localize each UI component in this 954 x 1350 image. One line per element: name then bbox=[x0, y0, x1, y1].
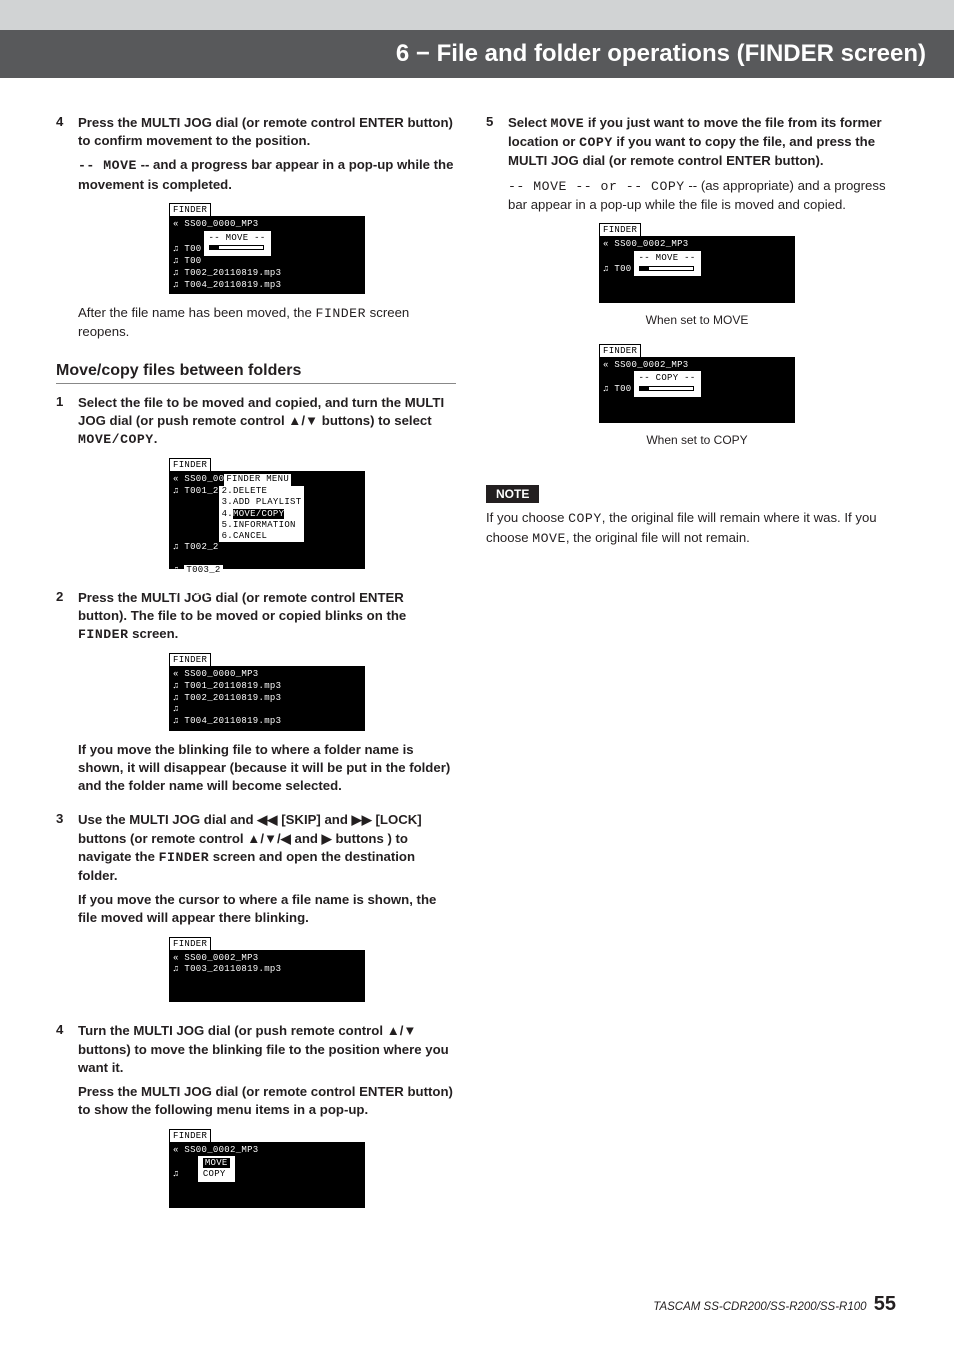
caption-move: When set to MOVE bbox=[508, 313, 886, 327]
step4a-line1: Press the MULTI JOG dial (or remote cont… bbox=[78, 114, 456, 150]
step-number: 3 bbox=[56, 811, 78, 1012]
step4b-text1: Turn the MULTI JOG dial (or push remote … bbox=[78, 1022, 456, 1077]
note-label: NOTE bbox=[486, 485, 539, 503]
step5-text2: -- MOVE -- or -- COPY -- (as appropriate… bbox=[508, 177, 886, 214]
step3-followup: If you move the cursor to where a file n… bbox=[78, 891, 456, 927]
step-number: 1 bbox=[56, 394, 78, 579]
screenshot-move-copy-menu: FINDER « SS00_0002_MP3 ♫ MOVE COPY bbox=[169, 1126, 365, 1209]
step2-text: Press the MULTI JOG dial (or remote cont… bbox=[78, 589, 456, 645]
page-number: 55 bbox=[874, 1293, 896, 1315]
page-footer: TASCAM SS-CDR200/SS-R200/SS-R100 55 bbox=[653, 1293, 896, 1316]
footer-model: TASCAM SS-CDR200/SS-R200/SS-R100 bbox=[653, 1301, 866, 1313]
chapter-title: 6 − File and folder operations (FINDER s… bbox=[0, 30, 954, 78]
step1-text: Select the file to be moved and copied, … bbox=[78, 394, 456, 450]
step-number: 2 bbox=[56, 589, 78, 802]
screenshot-destination: FINDER « SS00_0002_MP3 ♫ T003_20110819.m… bbox=[169, 934, 365, 1003]
screenshot-copy-progress: FINDER « SS00_0002_MP3 ♫ T00-- COPY -- bbox=[599, 341, 795, 424]
step-3: 3 Use the MULTI JOG dial and ◀◀ [SKIP] a… bbox=[56, 811, 456, 1012]
screenshot-blink: FINDER « SS00_0000_MP3 ♫ T001_20110819.m… bbox=[169, 650, 365, 730]
note-text: If you choose COPY, the original file wi… bbox=[486, 509, 886, 548]
step2-followup: If you move the blinking file to where a… bbox=[78, 741, 456, 796]
caption-copy: When set to COPY bbox=[508, 433, 886, 447]
step-4b: 4 Turn the MULTI JOG dial (or push remot… bbox=[56, 1022, 456, 1218]
screenshot-finder-menu: FINDER « SS00_00FINDER MENU ♫ T001_22.DE… bbox=[169, 455, 365, 568]
screenshot-move-progress: FINDER « SS00_0000_MP3 ♫ T00-- MOVE -- ♫… bbox=[169, 200, 365, 294]
note-block: NOTE If you choose COPY, the original fi… bbox=[486, 471, 886, 548]
screenshot-move-progress2: FINDER « SS00_0002_MP3 ♫ T00-- MOVE -- bbox=[599, 220, 795, 303]
step-1: 1 Select the file to be moved and copied… bbox=[56, 394, 456, 579]
page-content: 4 Press the MULTI JOG dial (or remote co… bbox=[0, 78, 954, 1228]
left-column: 4 Press the MULTI JOG dial (or remote co… bbox=[56, 114, 456, 1228]
step-number: 4 bbox=[56, 114, 78, 348]
step3-text: Use the MULTI JOG dial and ◀◀ [SKIP] and… bbox=[78, 811, 456, 885]
right-column: 5 Select MOVE if you just want to move t… bbox=[486, 114, 886, 1228]
top-gray-band bbox=[0, 0, 954, 30]
section-move-copy: Move/copy files between folders bbox=[56, 362, 456, 384]
step-number: 5 bbox=[486, 114, 508, 461]
step-number: 4 bbox=[56, 1022, 78, 1218]
step4b-text2: Press the MULTI JOG dial (or remote cont… bbox=[78, 1083, 456, 1119]
step5-text: Select MOVE if you just want to move the… bbox=[508, 114, 886, 171]
step-2: 2 Press the MULTI JOG dial (or remote co… bbox=[56, 589, 456, 802]
step4a-after: After the file name has been moved, the … bbox=[78, 304, 456, 341]
step4a-line2: -- MOVE -- and a progress bar appear in … bbox=[78, 156, 456, 193]
step-4a: 4 Press the MULTI JOG dial (or remote co… bbox=[56, 114, 456, 348]
step-5: 5 Select MOVE if you just want to move t… bbox=[486, 114, 886, 461]
